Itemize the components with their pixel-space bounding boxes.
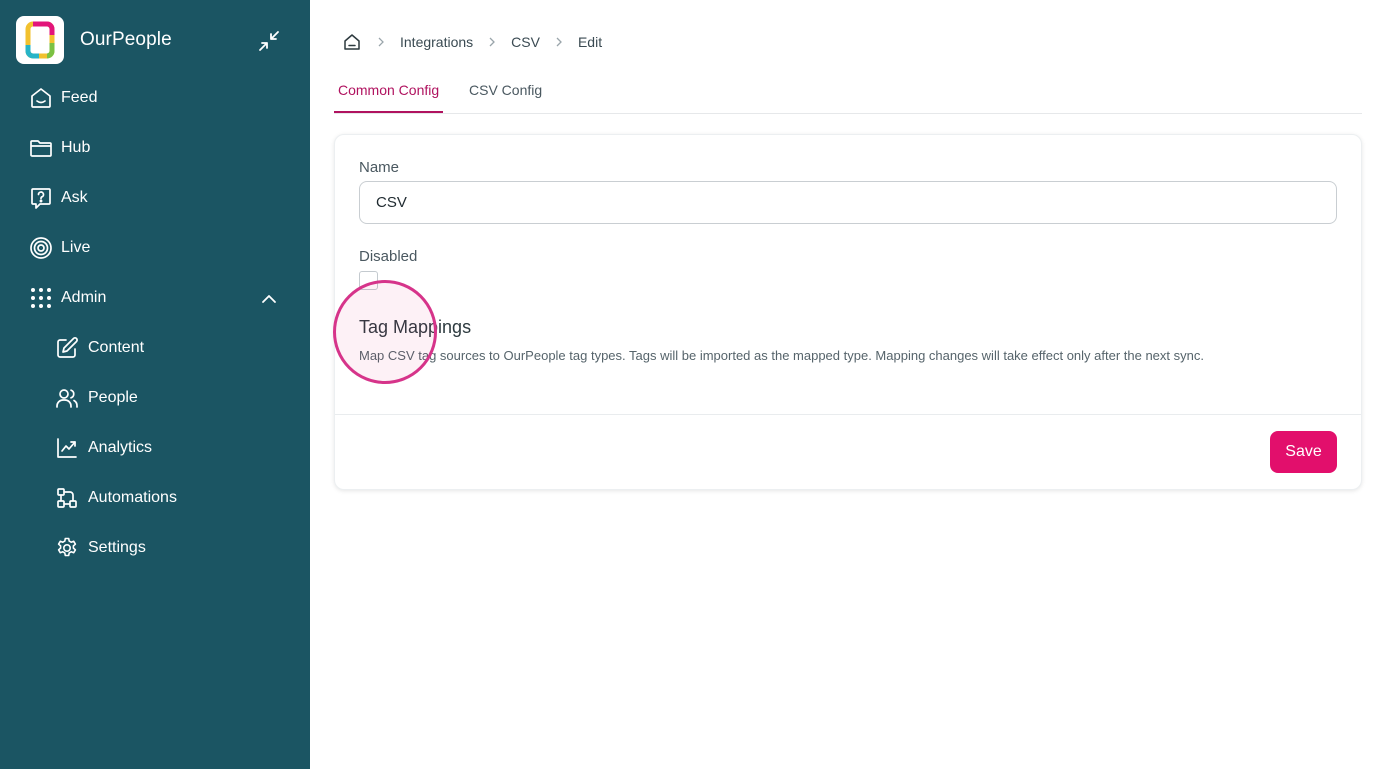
- sidebar-item-label: Feed: [61, 89, 98, 106]
- sidebar-item-admin[interactable]: Admin: [28, 283, 106, 313]
- chevron-right-icon: [376, 36, 386, 48]
- name-input[interactable]: [359, 181, 1337, 224]
- app-logo[interactable]: [16, 16, 64, 64]
- sidebar-item-label: Hub: [61, 139, 91, 156]
- sidebar-item-content[interactable]: Content: [54, 333, 144, 363]
- collapse-arrows-icon: [259, 31, 279, 51]
- config-tabs: Common Config CSV Config: [334, 72, 1362, 114]
- save-button[interactable]: Save: [1270, 431, 1337, 473]
- home-icon: [344, 34, 360, 50]
- gear-icon: [54, 535, 80, 561]
- brand: OurPeople: [16, 16, 172, 64]
- sidebar-item-hub[interactable]: Hub: [28, 133, 90, 163]
- edit-icon: [54, 335, 80, 361]
- target-icon: [28, 235, 54, 261]
- sidebar-item-settings[interactable]: Settings: [54, 533, 146, 563]
- tab-common-config[interactable]: Common Config: [334, 72, 444, 113]
- disabled-label: Disabled: [359, 248, 418, 265]
- collapse-sidebar-button[interactable]: [256, 28, 282, 54]
- disabled-checkbox[interactable]: [359, 271, 378, 290]
- workflow-icon: [54, 485, 80, 511]
- sidebar-item-label: Settings: [88, 539, 146, 556]
- breadcrumb-home[interactable]: [342, 32, 362, 52]
- sidebar-item-ask[interactable]: Ask: [28, 183, 88, 213]
- sidebar-item-people[interactable]: People: [54, 383, 138, 413]
- chevron-up-icon[interactable]: [260, 290, 278, 308]
- card-divider: [335, 414, 1361, 415]
- sidebar: OurPeople Feed Hub Ask Live Admin Conten…: [0, 0, 310, 769]
- breadcrumb-integrations[interactable]: Integrations: [400, 34, 473, 50]
- tag-mappings-title: Tag Mappings: [359, 317, 472, 337]
- sidebar-item-label: People: [88, 389, 138, 406]
- sidebar-item-live[interactable]: Live: [28, 233, 90, 263]
- sidebar-item-label: Content: [88, 339, 145, 356]
- chevron-right-icon: [487, 36, 497, 48]
- chart-line-icon: [54, 435, 80, 461]
- folder-icon: [28, 135, 54, 161]
- sidebar-item-label: Automations: [88, 489, 177, 506]
- breadcrumb-csv[interactable]: CSV: [511, 34, 540, 50]
- sidebar-item-label: Analytics: [88, 439, 153, 456]
- breadcrumb: Integrations CSV Edit: [342, 30, 602, 54]
- config-card: Name Disabled Tag Mappings Map CSV tag s…: [334, 134, 1362, 490]
- app-name: OurPeople: [80, 29, 172, 50]
- grid-dots-icon: [28, 285, 54, 311]
- main-content: Integrations CSV Edit Common Config CSV …: [310, 0, 1376, 769]
- sidebar-item-feed[interactable]: Feed: [28, 83, 97, 113]
- tag-mappings-description: Map CSV tag sources to OurPeople tag typ…: [359, 348, 1204, 363]
- users-icon: [54, 385, 80, 411]
- name-label: Name: [359, 159, 400, 176]
- sidebar-item-label: Ask: [61, 189, 88, 206]
- sidebar-item-automations[interactable]: Automations: [54, 483, 177, 513]
- home-icon: [28, 85, 54, 111]
- sidebar-item-label: Live: [61, 239, 91, 256]
- question-icon: [28, 185, 54, 211]
- breadcrumb-edit: Edit: [577, 34, 603, 50]
- sidebar-item-label: Admin: [61, 289, 107, 306]
- sidebar-item-analytics[interactable]: Analytics: [54, 433, 152, 463]
- tab-csv-config[interactable]: CSV Config: [465, 72, 546, 113]
- chevron-right-icon: [554, 36, 564, 48]
